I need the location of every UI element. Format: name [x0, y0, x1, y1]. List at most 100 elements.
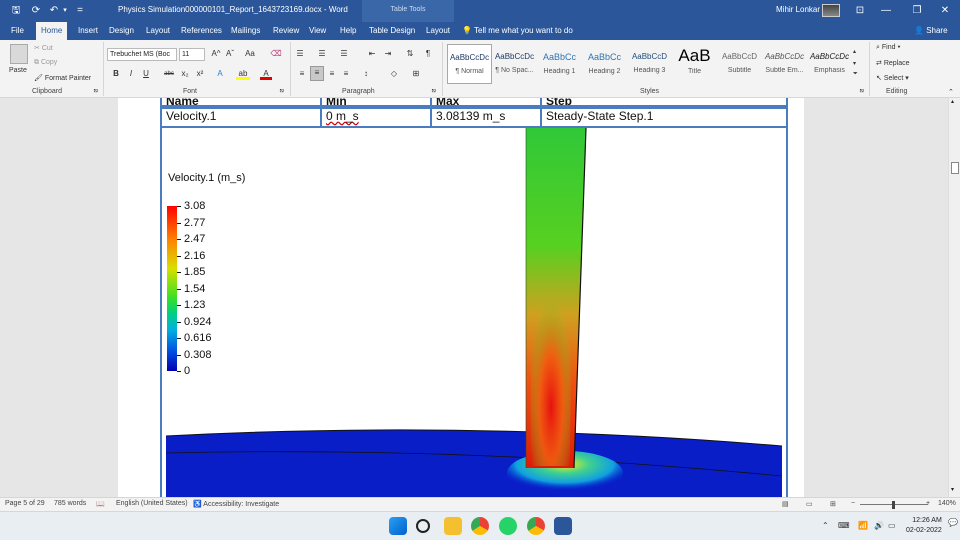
word-count[interactable]: 785 words	[54, 500, 86, 507]
undo-dropdown-icon[interactable]: ▾	[60, 3, 70, 19]
file-explorer-icon[interactable]	[444, 517, 462, 535]
tab-table-design[interactable]: Table Design	[364, 22, 420, 40]
bold-button[interactable]: B	[110, 68, 122, 80]
tell-me-search[interactable]: 💡 Tell me what you want to do	[462, 22, 573, 40]
table-cell-min[interactable]: 0 m_s	[320, 107, 432, 128]
zoom-in-icon[interactable]: +	[926, 500, 930, 507]
justify-icon[interactable]: ≡	[340, 68, 352, 80]
customize-toolbar-icon[interactable]: =	[72, 3, 88, 19]
align-left-icon[interactable]: ≡	[296, 68, 308, 80]
strikethrough-button[interactable]: abc	[162, 68, 176, 80]
superscript-button[interactable]: x²	[194, 68, 206, 80]
text-effects-icon[interactable]: A	[214, 68, 226, 80]
style-subtle-emphasis[interactable]: AaBbCcDc Subtle Em...	[762, 44, 807, 84]
chrome-icon[interactable]	[471, 517, 489, 535]
select-button[interactable]: ↖ Select ▾	[876, 74, 909, 82]
search-icon[interactable]	[416, 519, 430, 533]
chevron-up-icon[interactable]: ⌃	[822, 521, 829, 530]
page-count[interactable]: Page 5 of 29	[5, 500, 45, 507]
style-no-spacing[interactable]: AaBbCcDc ¶ No Spac...	[492, 44, 537, 84]
table-header-step[interactable]: Step	[540, 98, 788, 107]
restore-button[interactable]: ❐	[904, 2, 930, 20]
bullets-icon[interactable]: ☰	[294, 48, 306, 60]
tab-review[interactable]: Review	[268, 22, 304, 40]
battery-icon[interactable]: ▭	[888, 521, 896, 530]
document-page[interactable]: Name Min Max Step Velocity.1 0 m_s 3.081…	[118, 98, 804, 497]
minimize-button[interactable]: —	[873, 2, 899, 20]
ribbon-display-options-icon[interactable]: ⊡	[847, 2, 873, 20]
shading-icon[interactable]: ◇	[388, 68, 400, 80]
focus-mode-icon[interactable]: ▤	[782, 500, 789, 508]
format-painter-button[interactable]: 🖌 Format Painter	[34, 74, 91, 82]
tab-insert[interactable]: Insert	[73, 22, 103, 40]
collapse-ribbon-icon[interactable]: ⌃	[948, 88, 954, 96]
styles-more-icon[interactable]: ⏷	[853, 71, 858, 78]
zoom-slider-thumb[interactable]	[892, 501, 895, 509]
chrome-profile-icon[interactable]	[527, 517, 545, 535]
table-cell-name[interactable]: Velocity.1	[160, 107, 322, 128]
font-color-icon[interactable]: A	[260, 68, 272, 80]
underline-button[interactable]: U	[140, 68, 152, 80]
web-layout-icon[interactable]: ⊞	[830, 500, 836, 508]
decrease-indent-icon[interactable]: ⇤	[366, 48, 378, 60]
user-name[interactable]: Mihir Lonkar	[776, 5, 820, 14]
table-header-name[interactable]: Name	[160, 98, 322, 107]
style-normal[interactable]: AaBbCcDc ¶ Normal	[447, 44, 492, 84]
whatsapp-icon[interactable]	[499, 517, 517, 535]
close-button[interactable]: ✕	[932, 2, 958, 20]
grow-font-icon[interactable]: A^	[210, 48, 222, 60]
velocity-result-image-cell[interactable]: Velocity.1 (m_s) 3.08 2.77 2.47 2.16 1.85 1.5…	[160, 126, 788, 497]
zoom-level[interactable]: 140%	[938, 500, 956, 507]
style-title[interactable]: AaB Title	[672, 44, 717, 84]
tab-design[interactable]: Design	[104, 22, 139, 40]
dialog-launcher-icon[interactable]: ⧅	[860, 88, 864, 95]
cut-button[interactable]: ✂ Cut	[34, 44, 53, 52]
tab-table-layout[interactable]: Layout	[421, 22, 455, 40]
share-button[interactable]: 👤 Share	[914, 22, 948, 40]
sort-icon[interactable]: ⇅	[404, 48, 416, 60]
tab-help[interactable]: Help	[335, 22, 361, 40]
tab-home[interactable]: Home	[36, 22, 68, 40]
font-name-combo[interactable]: Trebuchet MS (Boc	[107, 48, 177, 61]
word-icon[interactable]	[554, 517, 572, 535]
increase-indent-icon[interactable]: ⇥	[382, 48, 394, 60]
table-header-max[interactable]: Max	[430, 98, 542, 107]
align-center-icon[interactable]: ≡	[310, 66, 324, 81]
clipboard-icon[interactable]	[10, 44, 28, 64]
clear-formatting-icon[interactable]: ⌫	[270, 48, 282, 60]
line-spacing-icon[interactable]: ↕	[360, 68, 372, 80]
subscript-button[interactable]: x₂	[179, 68, 191, 80]
style-heading-3[interactable]: AaBbCcD Heading 3	[627, 44, 672, 84]
avatar[interactable]	[822, 4, 840, 17]
numbering-icon[interactable]: ☰	[316, 48, 328, 60]
volume-icon[interactable]: 🔊	[874, 521, 884, 530]
align-right-icon[interactable]: ≡	[326, 68, 338, 80]
keyboard-icon[interactable]: ⌨	[838, 521, 850, 530]
copy-button[interactable]: ⧉ Copy	[34, 59, 57, 67]
style-heading-2[interactable]: AaBbCc Heading 2	[582, 44, 627, 84]
dialog-launcher-icon[interactable]: ⧅	[94, 88, 98, 95]
dialog-launcher-icon[interactable]: ⧅	[432, 88, 436, 95]
styles-scroll-down-icon[interactable]: ▾	[853, 60, 856, 67]
find-button[interactable]: ⌕ Find ▾	[876, 44, 900, 52]
scroll-up-icon[interactable]: ▴	[951, 98, 954, 105]
tab-view[interactable]: View	[304, 22, 331, 40]
notifications-icon[interactable]: 💬	[948, 518, 958, 527]
tab-layout[interactable]: Layout	[141, 22, 175, 40]
borders-icon[interactable]: ⊞	[410, 68, 422, 80]
accessibility-status[interactable]: ♿ Accessibility: Investigate	[193, 500, 279, 508]
proofing-icon[interactable]: 📖	[96, 500, 105, 508]
dialog-launcher-icon[interactable]: ⧅	[280, 88, 284, 95]
tab-references[interactable]: References	[176, 22, 227, 40]
style-heading-1[interactable]: AaBbCc Heading 1	[537, 44, 582, 84]
vertical-scrollbar[interactable]: ▴ ▾	[948, 98, 960, 497]
windows-start-icon[interactable]	[389, 517, 407, 535]
tab-file[interactable]: File	[6, 22, 29, 40]
italic-button[interactable]: I	[125, 68, 137, 80]
table-cell-max[interactable]: 3.08139 m_s	[430, 107, 542, 128]
style-subtitle[interactable]: AaBbCcD Subtitle	[717, 44, 762, 84]
font-size-combo[interactable]: 11	[179, 48, 205, 61]
change-case-icon[interactable]: Aa	[242, 48, 258, 60]
zoom-out-icon[interactable]: −	[851, 500, 855, 507]
language[interactable]: English (United States)	[116, 500, 188, 507]
